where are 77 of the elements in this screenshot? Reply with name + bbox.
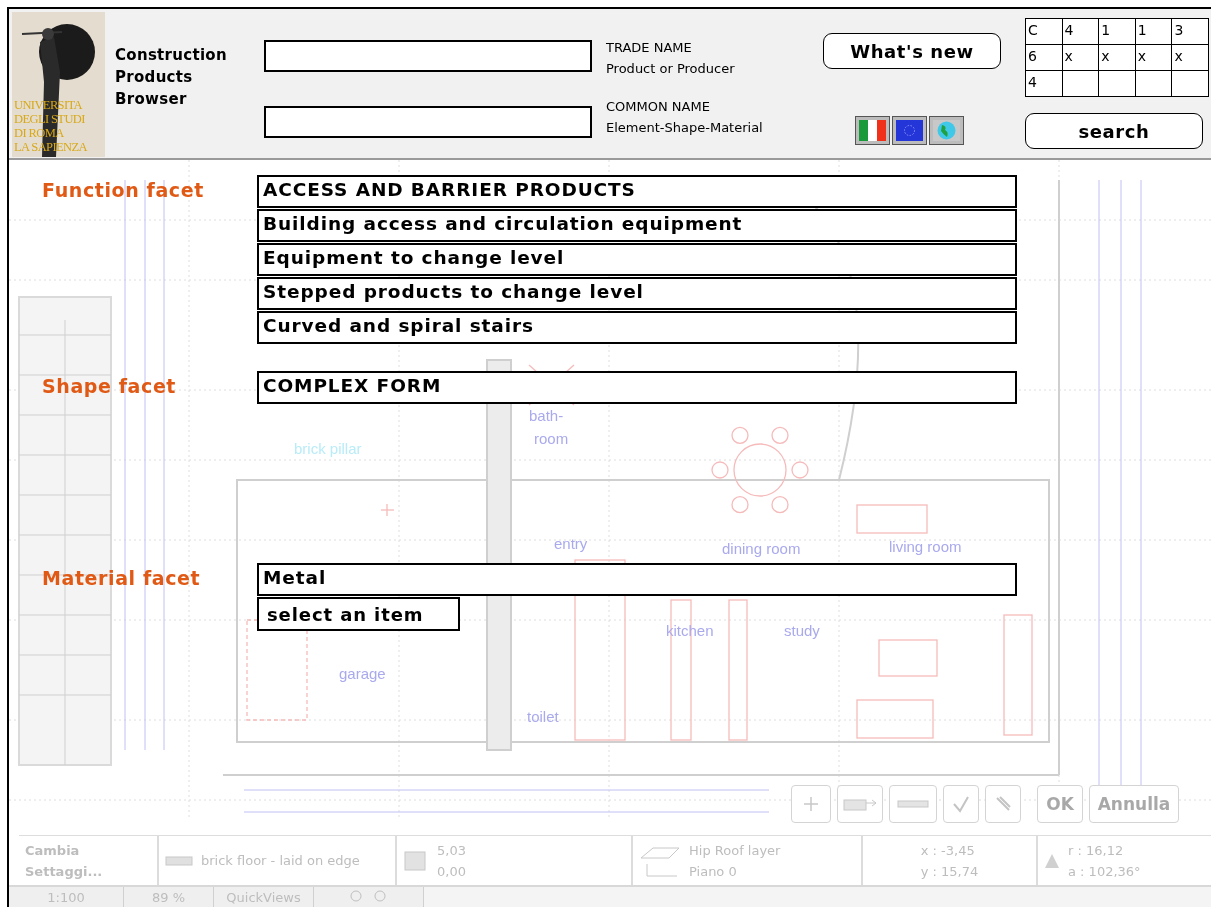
room-label: entry: [554, 535, 588, 552]
room-label: room: [534, 430, 569, 447]
field-label: TRADE NAME: [606, 39, 693, 57]
code-cell: x: [1172, 45, 1209, 71]
room-label: garage: [339, 665, 386, 682]
room-label: study: [784, 622, 820, 639]
triangle-icon: [1044, 852, 1060, 869]
dimension-value: 0,00: [437, 862, 466, 881]
line-tool-button[interactable]: [889, 785, 937, 823]
language-button[interactable]: [929, 116, 964, 145]
whats-new-button[interactable]: What's new: [823, 33, 1001, 69]
cancel-button[interactable]: Annulla: [1089, 785, 1179, 823]
horizontal-scrollbar[interactable]: [424, 887, 1211, 907]
pencil-tool-button[interactable]: [985, 785, 1021, 823]
facet-value: COMPLEX FORM: [257, 371, 1017, 404]
name-field[interactable]: [264, 106, 592, 138]
material-name: brick floor - laid on edge: [201, 852, 361, 870]
check-tool-button[interactable]: [943, 785, 979, 823]
name-field[interactable]: [264, 40, 592, 72]
select-item-button[interactable]: select an item: [257, 597, 460, 631]
plus-icon: [803, 796, 819, 812]
code-cell: 1: [1135, 19, 1173, 45]
facet-label: Function facet: [42, 179, 205, 201]
code-cell: C: [1026, 19, 1063, 45]
room-label: brick pillar: [294, 440, 362, 457]
eu-flag-icon: [896, 120, 923, 141]
code-cell: 4: [1026, 71, 1063, 97]
search-button[interactable]: search: [1025, 113, 1203, 149]
facet-value: Stepped products to change level: [257, 277, 1017, 310]
code-cell: 6: [1026, 45, 1063, 71]
strip-icon: [897, 800, 929, 808]
wall-tool-button[interactable]: [837, 785, 883, 823]
app-title: Products: [115, 67, 194, 88]
slab-icon: [403, 849, 429, 872]
hatch-swatch-icon: [165, 855, 193, 866]
facet-label: Shape facet: [42, 375, 178, 397]
polar-value: a : 102,36°: [1068, 862, 1141, 881]
settings-link[interactable]: Cambia Settaggi...: [25, 839, 135, 882]
field-label: COMMON NAME: [606, 98, 711, 116]
check-icon: [952, 795, 970, 813]
field-hint: Product or Producer: [606, 60, 736, 78]
globe-icon: [933, 120, 960, 141]
add-tool-button[interactable]: [791, 785, 831, 823]
layer-name: Hip Roof layer: [689, 841, 781, 860]
room-label: toilet: [527, 708, 559, 725]
language-button[interactable]: [892, 116, 927, 145]
field-hint: Element-Shape-Material: [606, 119, 764, 137]
room-label: dining room: [722, 540, 801, 557]
italian-flag-icon: [859, 120, 886, 141]
code-cell: x: [1135, 45, 1173, 71]
facet-value: Curved and spiral stairs: [257, 311, 1017, 344]
dimension-value: 5,03: [437, 841, 466, 860]
code-cell: x: [1099, 45, 1136, 71]
code-cell: 3: [1172, 19, 1209, 45]
coordinate-value: y : 15,74: [920, 862, 979, 881]
coordinate-value: x : -3,45: [920, 841, 976, 860]
room-label: living room: [889, 538, 962, 555]
facet-value: Equipment to change level: [257, 243, 1017, 276]
pencil-icon: [994, 795, 1012, 813]
code-cell: x: [1062, 45, 1100, 71]
code-cell: 4: [1062, 19, 1100, 45]
app-title: Construction: [115, 45, 228, 66]
facet-value: Metal: [257, 563, 1017, 596]
zoom-in-icon[interactable]: [349, 890, 364, 904]
facet-value: ACCESS AND BARRIER PRODUCTS: [257, 175, 1017, 208]
code-cell: 1: [1099, 19, 1136, 45]
room-label: kitchen: [666, 622, 714, 639]
facet-value: Building access and circulation equipment: [257, 209, 1017, 242]
story-name: Piano 0: [689, 862, 738, 881]
hatch-arrow-icon: [843, 797, 877, 811]
app-title: Browser: [115, 89, 188, 110]
facet-label: Material facet: [42, 567, 202, 589]
ok-button[interactable]: OK: [1037, 785, 1083, 823]
language-button[interactable]: [855, 116, 890, 145]
polar-value: r : 16,12: [1068, 841, 1125, 860]
room-label: bath-: [529, 407, 564, 424]
zoom-out-icon[interactable]: [373, 890, 388, 904]
